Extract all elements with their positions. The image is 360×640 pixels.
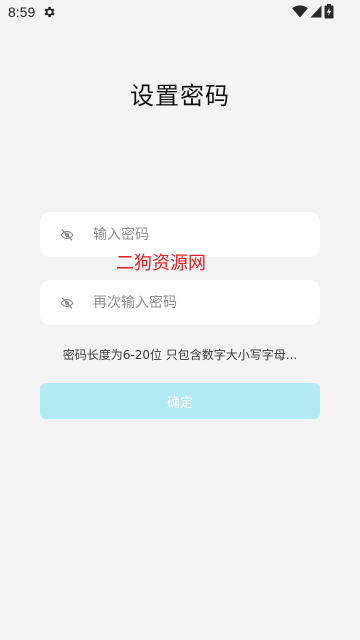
page-title: 设置密码 [130, 82, 230, 110]
password-hint: 密码长度为6-20位 只包含数字大小写字母... [62, 348, 298, 362]
gear-icon [44, 6, 55, 18]
wifi-icon [292, 5, 308, 18]
eye-off-icon[interactable] [60, 296, 74, 310]
confirm-password-field[interactable] [40, 280, 320, 325]
status-time: 8:59 [8, 4, 36, 20]
confirm-password-input[interactable] [93, 294, 293, 311]
eye-off-icon[interactable] [60, 228, 74, 242]
status-bar: 8:59 [0, 0, 360, 24]
status-icons [292, 4, 334, 19]
signal-icon [310, 5, 322, 18]
watermark-text: 二狗资源网 [116, 253, 206, 274]
battery-icon [324, 4, 334, 19]
password-input[interactable] [93, 226, 293, 243]
confirm-button[interactable]: 确定 [40, 383, 320, 419]
